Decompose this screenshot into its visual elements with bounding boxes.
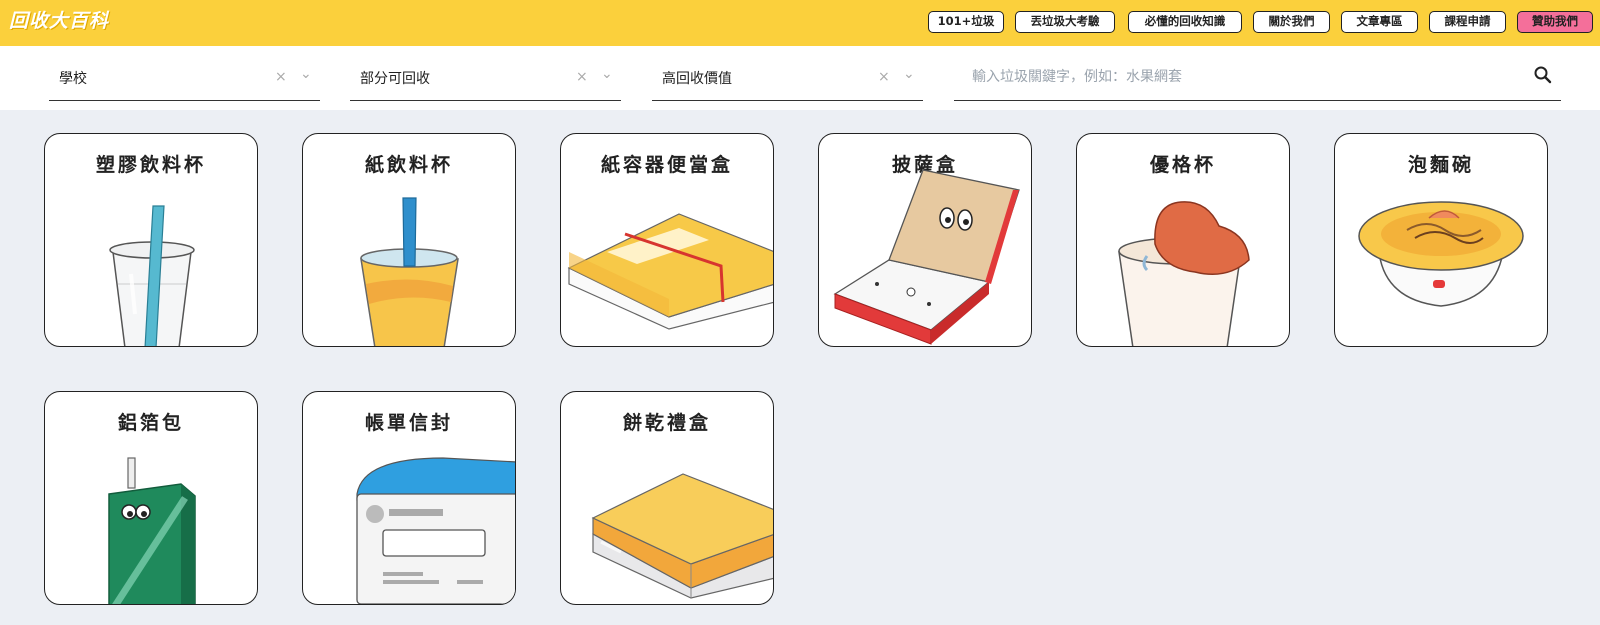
- value-select-value: 高回收價值: [662, 71, 732, 87]
- location-select-value: 學校: [59, 71, 87, 87]
- recyclability-select-value: 部分可回收: [360, 71, 430, 87]
- recyclability-select[interactable]: 部分可回收 × ⌄: [350, 60, 621, 101]
- nav-courses[interactable]: 課程申請: [1429, 11, 1506, 33]
- search-box: [954, 60, 1561, 101]
- cookie-box-illustration: [591, 473, 773, 599]
- yogurt-cup-illustration: [1118, 201, 1250, 346]
- noodle-bowl-illustration: [1358, 201, 1524, 307]
- site-logo[interactable]: 回收大百科: [9, 6, 109, 33]
- paper-cup-illustration: [360, 197, 459, 346]
- chevron-down-icon[interactable]: ⌄: [601, 66, 613, 82]
- item-card-envelope[interactable]: 帳單信封: [302, 391, 516, 605]
- nav-101-trash[interactable]: 101+垃圾: [928, 11, 1004, 33]
- clear-icon[interactable]: ×: [275, 69, 287, 85]
- item-card-yogurt-cup[interactable]: 優格杯: [1076, 133, 1290, 347]
- chevron-down-icon[interactable]: ⌄: [903, 66, 915, 82]
- item-card-bento-box[interactable]: 紙容器便當盒: [560, 133, 774, 347]
- top-header: 回收大百科 101+垃圾 丟垃圾大考驗 必懂的回收知識 關於我們 文章專區 課程…: [0, 0, 1600, 46]
- item-card-noodle-bowl[interactable]: 泡麵碗: [1334, 133, 1548, 347]
- item-card-juice-box[interactable]: 鋁箔包: [44, 391, 258, 605]
- nav-about-us[interactable]: 關於我們: [1253, 11, 1330, 33]
- search-input[interactable]: [972, 66, 1512, 88]
- nav-trash-quiz[interactable]: 丟垃圾大考驗: [1015, 11, 1115, 33]
- search-icon[interactable]: [1532, 64, 1554, 86]
- pizza-box-illustration: [833, 169, 1020, 345]
- item-card-paper-cup[interactable]: 紙飲料杯: [302, 133, 516, 347]
- clear-icon[interactable]: ×: [576, 69, 588, 85]
- nav-sponsor[interactable]: 贊助我們: [1517, 11, 1593, 33]
- filter-bar: 學校 × ⌄ 部分可回收 × ⌄ 高回收價值 × ⌄: [0, 46, 1600, 110]
- envelope-illustration: [356, 457, 515, 604]
- item-card-cookie-box[interactable]: 餅乾禮盒: [560, 391, 774, 605]
- chevron-down-icon[interactable]: ⌄: [300, 66, 312, 82]
- bento-box-illustration: [567, 213, 773, 330]
- nav-articles[interactable]: 文章專區: [1341, 11, 1418, 33]
- plastic-cup-illustration: [109, 205, 195, 346]
- nav-recycle-knowledge[interactable]: 必懂的回收知識: [1128, 11, 1242, 33]
- location-select[interactable]: 學校 × ⌄: [49, 60, 320, 101]
- clear-icon[interactable]: ×: [878, 69, 890, 85]
- juice-box-illustration: [108, 457, 196, 604]
- value-select[interactable]: 高回收價值 × ⌄: [652, 60, 923, 101]
- item-card-plastic-cup[interactable]: 塑膠飲料杯: [44, 133, 258, 347]
- item-card-pizza-box[interactable]: 披薩盒: [818, 133, 1032, 347]
